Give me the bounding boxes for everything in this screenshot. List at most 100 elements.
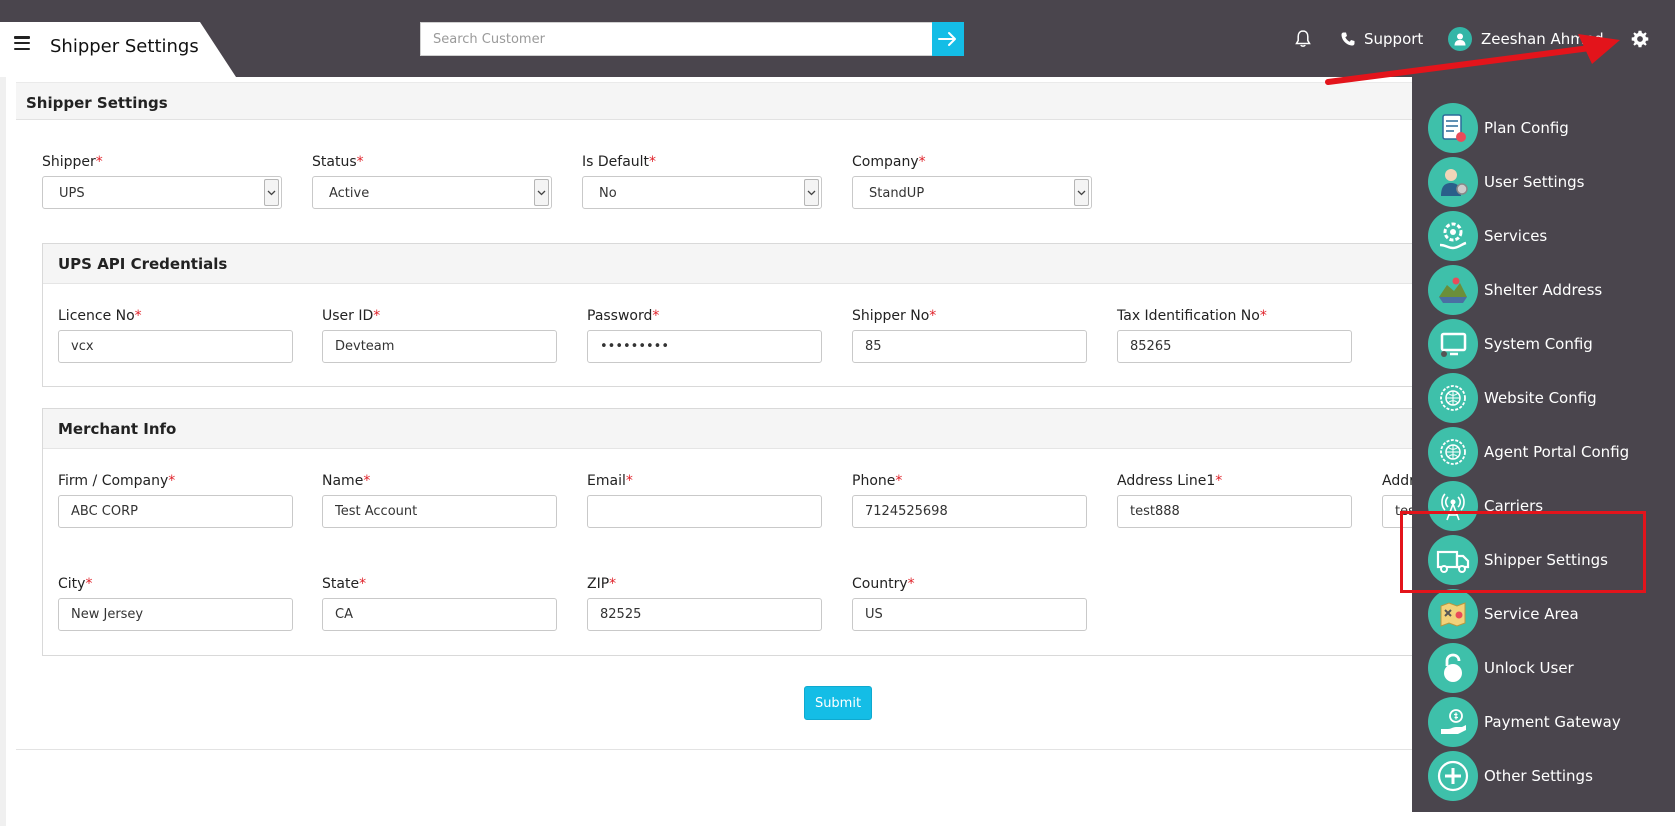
user-menu[interactable]: Zeeshan Ahmed <box>1448 27 1604 51</box>
menu-item-label: Shipper Settings <box>1484 551 1608 569</box>
menu-item-label: Other Settings <box>1484 767 1593 785</box>
is-default-value: No <box>599 186 617 201</box>
address-line1-label: Address Line1* <box>1117 473 1223 489</box>
menu-item-shelter-address[interactable]: Shelter Address <box>1428 264 1668 316</box>
avatar <box>1448 27 1472 51</box>
company-label: Company* <box>852 154 926 170</box>
shipper-field: Shipper* UPS <box>42 154 282 209</box>
state-field: State* <box>322 576 557 631</box>
api-credentials-header: UPS API Credentials <box>43 244 1441 284</box>
country-label: Country* <box>852 576 915 592</box>
menu-item-label: System Config <box>1484 335 1593 353</box>
menu-item-label: Shelter Address <box>1484 281 1603 299</box>
phone-label: Phone* <box>852 473 903 489</box>
status-field: Status* Active <box>312 154 552 209</box>
email-field: Email* <box>587 473 822 528</box>
menu-item-label: Plan Config <box>1484 119 1569 137</box>
address-line1-field: Address Line1* <box>1117 473 1352 528</box>
menu-item-label: Services <box>1484 227 1548 245</box>
support-label: Support <box>1364 30 1424 48</box>
name-label: Name* <box>322 473 371 489</box>
status-label: Status* <box>312 154 364 170</box>
menu-item-user-settings[interactable]: User Settings <box>1428 156 1668 208</box>
api-credentials-title: UPS API Credentials <box>58 255 228 273</box>
shipper-no-input[interactable] <box>852 330 1087 363</box>
email-input[interactable] <box>587 495 822 528</box>
status-value: Active <box>329 186 370 201</box>
zip-field: ZIP* <box>587 576 822 631</box>
zip-input[interactable] <box>587 598 822 631</box>
top-bar: Shipper Settings Support Zeeshan Ahmed <box>0 0 1675 77</box>
name-input[interactable] <box>322 495 557 528</box>
user-id-label: User ID* <box>322 308 381 324</box>
menu-item-shipper-settings[interactable]: Shipper Settings <box>1428 534 1668 586</box>
menu-item-carriers[interactable]: Carriers <box>1428 480 1668 532</box>
website-config-icon <box>1428 373 1478 423</box>
search-submit-button[interactable] <box>932 22 964 56</box>
shipper-label: Shipper* <box>42 154 103 170</box>
password-label: Password* <box>587 308 660 324</box>
chevron-down-icon <box>534 179 549 206</box>
menu-item-service-area[interactable]: Service Area <box>1428 588 1668 640</box>
firm-company-input[interactable] <box>58 495 293 528</box>
menu-item-agent-portal-config[interactable]: Agent Portal Config <box>1428 426 1668 478</box>
unlock-icon <box>1428 643 1478 693</box>
merchant-info-header: Merchant Info <box>43 409 1441 449</box>
address-line1-input[interactable] <box>1117 495 1352 528</box>
shipper-value: UPS <box>59 186 85 201</box>
menu-item-label: Payment Gateway <box>1484 713 1621 731</box>
is-default-label: Is Default* <box>582 154 657 170</box>
menu-item-other-settings[interactable]: Other Settings <box>1428 750 1668 802</box>
user-id-input[interactable] <box>322 330 557 363</box>
menu-item-unlock-user[interactable]: Unlock User <box>1428 642 1668 694</box>
menu-item-label: Agent Portal Config <box>1484 443 1630 461</box>
gear-icon[interactable] <box>1631 30 1649 48</box>
company-select[interactable]: StandUP <box>852 176 1092 209</box>
user-icon <box>1454 33 1466 46</box>
menu-item-payment-gateway[interactable]: Payment Gateway <box>1428 696 1668 748</box>
menu-item-system-config[interactable]: System Config <box>1428 318 1668 370</box>
menu-item-services[interactable]: Services <box>1428 210 1668 262</box>
tax-id-label: Tax Identification No* <box>1117 308 1267 324</box>
bell-icon[interactable] <box>1293 29 1313 49</box>
search-input[interactable] <box>420 22 932 56</box>
chevron-down-icon <box>264 179 279 206</box>
service-area-icon <box>1428 589 1478 639</box>
city-input[interactable] <box>58 598 293 631</box>
agent-portal-config-icon <box>1428 427 1478 477</box>
city-field: City* <box>58 576 293 631</box>
menu-item-plan-config[interactable]: Plan Config <box>1428 102 1668 154</box>
shelter-address-icon <box>1428 265 1478 315</box>
support-link[interactable]: Support <box>1340 30 1423 48</box>
country-input[interactable] <box>852 598 1087 631</box>
licence-no-label: Licence No* <box>58 308 142 324</box>
company-value: StandUP <box>869 186 925 201</box>
phone-input[interactable] <box>852 495 1087 528</box>
is-default-select[interactable]: No <box>582 176 822 209</box>
state-input[interactable] <box>322 598 557 631</box>
arrow-right-icon <box>938 32 956 46</box>
page-title: Shipper Settings <box>50 36 199 57</box>
menu-item-label: Website Config <box>1484 389 1597 407</box>
submit-button[interactable]: Submit <box>804 686 872 720</box>
panel-header: Shipper Settings <box>16 82 1436 120</box>
hamburger-menu-icon[interactable] <box>14 36 30 50</box>
user-id-field: User ID* <box>322 308 557 363</box>
status-select[interactable]: Active <box>312 176 552 209</box>
firm-company-field: Firm / Company* <box>58 473 293 528</box>
licence-no-input[interactable] <box>58 330 293 363</box>
user-settings-icon <box>1428 157 1478 207</box>
name-field: Name* <box>322 473 557 528</box>
email-label: Email* <box>587 473 633 489</box>
licence-no-field: Licence No* <box>58 308 293 363</box>
menu-item-website-config[interactable]: Website Config <box>1428 372 1668 424</box>
password-input[interactable] <box>587 330 822 363</box>
user-name: Zeeshan Ahmed <box>1481 30 1604 48</box>
left-strip <box>0 77 6 826</box>
tax-id-field: Tax Identification No* <box>1117 308 1352 363</box>
tax-id-input[interactable] <box>1117 330 1352 363</box>
phone-field: Phone* <box>852 473 1087 528</box>
shipper-select[interactable]: UPS <box>42 176 282 209</box>
divider <box>16 749 1436 750</box>
search-bar <box>420 22 964 56</box>
